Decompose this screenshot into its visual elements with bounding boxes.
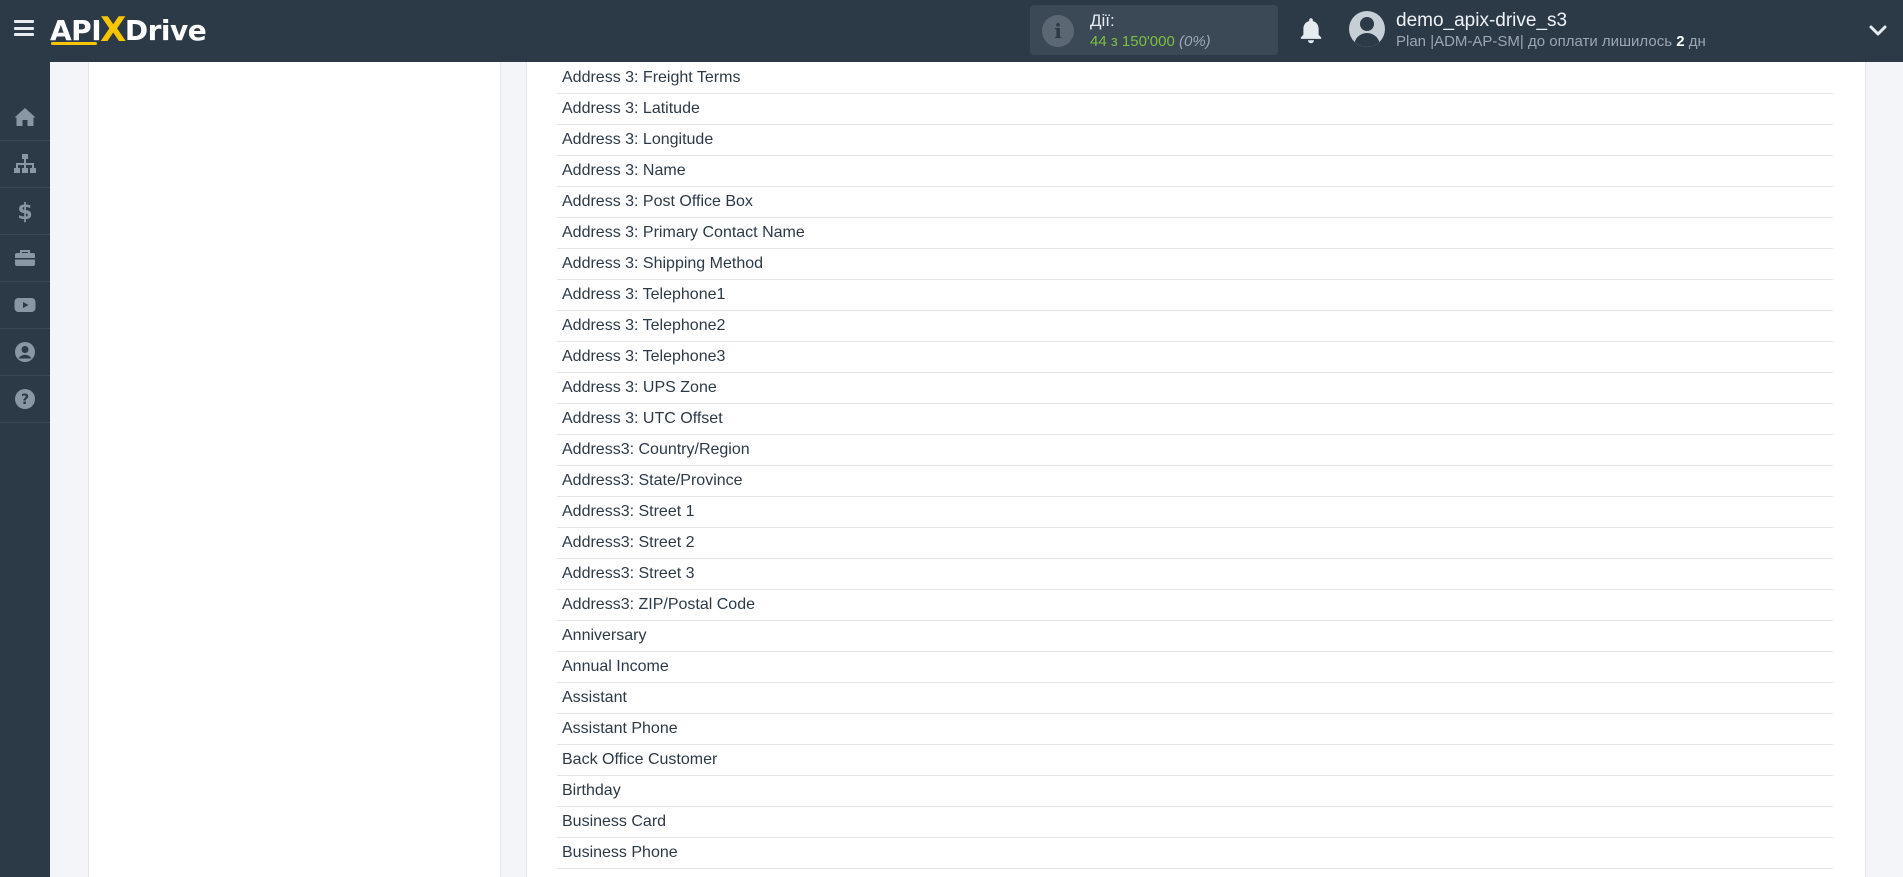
notifications-bell-icon[interactable] xyxy=(1297,16,1325,46)
top-bar: API X Drive i Дії: 44 з 150'000 (0%) demo_… xyxy=(0,0,1903,62)
apix-drive-logo[interactable]: API X Drive xyxy=(50,10,207,50)
field-option[interactable]: Address 3: Post Office Box xyxy=(557,187,1833,218)
field-option[interactable]: Address 3: Primary Contact Name xyxy=(557,218,1833,249)
left-panel xyxy=(88,62,501,877)
field-option[interactable]: Address 3: Telephone3 xyxy=(557,342,1833,373)
user-name[interactable]: demo_apix-drive_s3 xyxy=(1396,10,1567,32)
field-option[interactable]: Birthday xyxy=(557,776,1833,807)
field-option[interactable]: Anniversary xyxy=(557,621,1833,652)
info-icon: i xyxy=(1042,15,1074,47)
sidebar-item-connections[interactable] xyxy=(0,141,50,188)
field-option[interactable]: Address 3: Shipping Method xyxy=(557,249,1833,280)
field-option[interactable]: Address3: ZIP/Postal Code xyxy=(557,590,1833,621)
youtube-icon xyxy=(14,298,36,312)
briefcase-icon xyxy=(15,250,35,266)
field-option[interactable]: Address3: Country/Region xyxy=(557,435,1833,466)
field-option[interactable]: Address 3: Longitude xyxy=(557,125,1833,156)
home-icon xyxy=(14,108,36,126)
field-option[interactable]: Address 3: Latitude xyxy=(557,94,1833,125)
sidebar-item-tools[interactable] xyxy=(0,235,50,282)
field-option[interactable]: Address 3: Freight Terms xyxy=(557,62,1833,94)
sidebar-item-account[interactable] xyxy=(0,329,50,376)
user-circle-icon xyxy=(15,342,35,362)
field-option[interactable]: Annual Income xyxy=(557,652,1833,683)
actions-label: Дії: xyxy=(1090,11,1115,30)
field-option[interactable]: Address 3: Telephone1 xyxy=(557,280,1833,311)
field-option[interactable]: Assistant Phone xyxy=(557,714,1833,745)
plan-info: Plan |ADM-AP-SM| до оплати лишилось 2 дн xyxy=(1396,33,1706,50)
actions-value: 44 з 150'000 (0%) xyxy=(1090,33,1211,50)
field-option[interactable]: Business Phone xyxy=(557,838,1833,869)
sidebar: $ ? xyxy=(0,62,50,877)
sidebar-item-help[interactable]: ? xyxy=(0,376,50,423)
field-option[interactable]: Back Office Customer xyxy=(557,745,1833,776)
field-list: Address 3: Freight Terms Address 3: Latit… xyxy=(557,62,1833,869)
sitemap-icon xyxy=(14,154,36,173)
field-option[interactable]: Business Card xyxy=(557,807,1833,838)
field-option[interactable]: Address 3: Telephone2 xyxy=(557,311,1833,342)
field-option[interactable]: Assistant xyxy=(557,683,1833,714)
user-avatar[interactable] xyxy=(1349,11,1385,47)
field-option[interactable]: Address 3: Name xyxy=(557,156,1833,187)
field-option[interactable]: Address 3: UTC Offset xyxy=(557,404,1833,435)
field-option[interactable]: Address3: Street 2 xyxy=(557,528,1833,559)
sidebar-item-billing[interactable]: $ xyxy=(0,188,50,235)
sidebar-item-home[interactable] xyxy=(0,94,50,141)
main-panel: Address 3: Freight Terms Address 3: Latit… xyxy=(526,62,1866,877)
sidebar-item-videos[interactable] xyxy=(0,282,50,329)
field-option[interactable]: Address 3: UPS Zone xyxy=(557,373,1833,404)
field-option[interactable]: Address3: Street 1 xyxy=(557,497,1833,528)
question-circle-icon: ? xyxy=(15,389,35,409)
field-option[interactable]: Address3: State/Province xyxy=(557,466,1833,497)
dollar-icon: $ xyxy=(17,200,32,223)
svg-text:$: $ xyxy=(17,200,32,223)
svg-text:?: ? xyxy=(21,392,29,408)
field-option[interactable]: Address3: Street 3 xyxy=(557,559,1833,590)
menu-hamburger-icon[interactable] xyxy=(14,20,34,36)
actions-counter: i Дії: 44 з 150'000 (0%) xyxy=(1030,5,1278,55)
chevron-down-icon[interactable] xyxy=(1868,20,1888,40)
